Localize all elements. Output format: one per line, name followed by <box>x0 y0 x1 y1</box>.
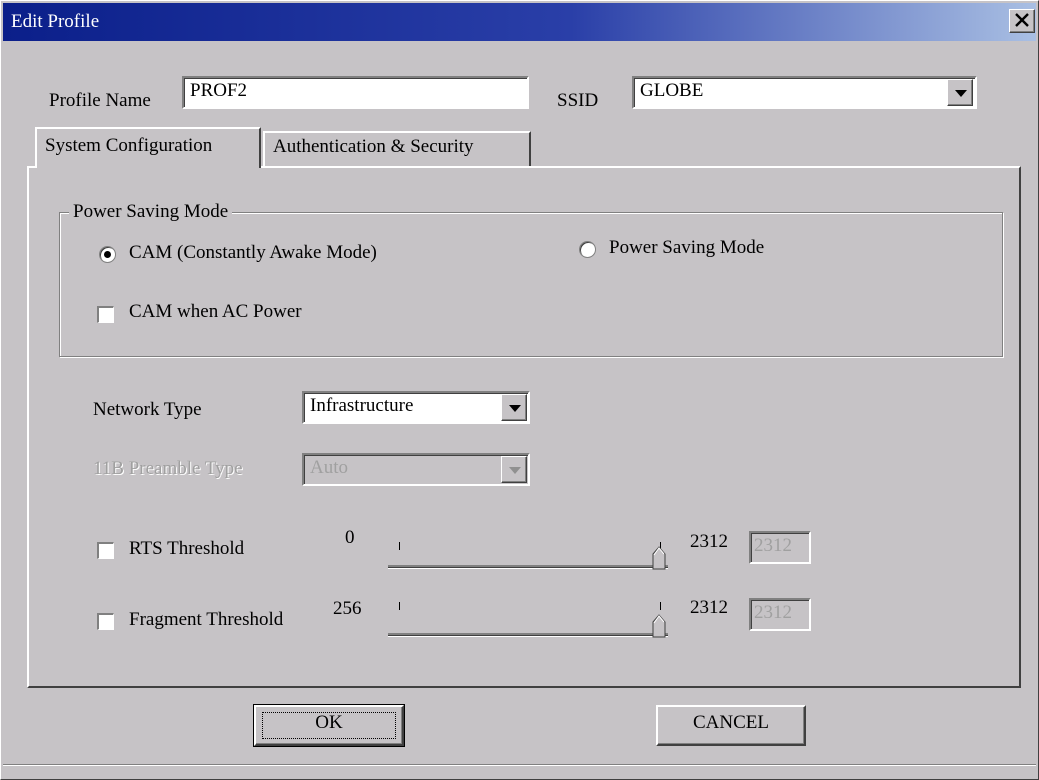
close-button[interactable] <box>1009 9 1035 33</box>
chevron-down-icon <box>955 90 967 97</box>
tab-system-configuration[interactable]: System Configuration <box>35 127 261 168</box>
ssid-select[interactable]: GLOBE <box>632 76 977 109</box>
focus-rectangle <box>262 712 396 739</box>
fragment-max-value: 2312 <box>690 597 728 618</box>
tab-label: Authentication & Security <box>273 136 474 157</box>
cancel-button[interactable]: CANCEL <box>656 705 806 746</box>
slider-tick <box>399 602 400 610</box>
fragment-threshold-label[interactable]: Fragment Threshold <box>129 609 283 631</box>
close-icon <box>1015 13 1029 27</box>
bottom-separator <box>3 764 1036 766</box>
power-saving-radio[interactable] <box>579 241 596 258</box>
title-bar[interactable]: Edit Profile <box>3 3 1036 41</box>
slider-tick <box>660 602 661 610</box>
tab-label: System Configuration <box>45 135 213 156</box>
cancel-button-label: CANCEL <box>693 712 769 733</box>
network-type-label: Network Type <box>93 399 202 420</box>
fragment-min-value: 256 <box>333 598 362 619</box>
power-saving-group-label: Power Saving Mode <box>69 201 233 223</box>
cam-label[interactable]: CAM (Constantly Awake Mode) <box>129 242 377 264</box>
radio-dot <box>104 251 111 258</box>
preamble-dropdown-button <box>501 456 527 483</box>
fragment-value-field: 2312 <box>749 598 811 631</box>
profile-name-input[interactable]: PROF2 <box>182 76 529 109</box>
rts-slider-track[interactable] <box>388 565 668 569</box>
fragment-threshold-checkbox[interactable] <box>97 613 114 630</box>
preamble-type-select: Auto <box>302 453 530 486</box>
power-saving-label[interactable]: Power Saving Mode <box>609 237 764 259</box>
slider-tick <box>399 542 400 550</box>
fragment-slider-track[interactable] <box>388 633 668 637</box>
chevron-down-icon <box>509 405 521 412</box>
tab-authentication-security[interactable]: Authentication & Security <box>263 131 531 166</box>
rts-min-value: 0 <box>345 527 355 548</box>
cam-ac-checkbox[interactable] <box>97 306 114 323</box>
rts-max-value: 2312 <box>690 531 728 552</box>
network-type-dropdown-button[interactable] <box>501 394 527 421</box>
network-type-select[interactable]: Infrastructure <box>302 391 530 424</box>
ssid-dropdown-button[interactable] <box>947 79 973 106</box>
rts-threshold-checkbox[interactable] <box>97 542 114 559</box>
fragment-slider-thumb[interactable] <box>652 614 666 638</box>
preamble-type-label: 11B Preamble Type <box>93 458 243 479</box>
chevron-down-icon <box>509 467 521 474</box>
cam-radio[interactable] <box>99 246 116 263</box>
rts-slider-thumb[interactable] <box>652 546 666 570</box>
ok-button[interactable]: OK <box>253 704 405 747</box>
profile-name-label: Profile Name <box>49 90 151 111</box>
window-title: Edit Profile <box>11 11 100 32</box>
cam-ac-label[interactable]: CAM when AC Power <box>129 301 302 323</box>
power-saving-group <box>59 212 1003 357</box>
ssid-label: SSID <box>557 90 599 111</box>
edit-profile-dialog: Edit Profile Profile Name PROF2 SSID GLO… <box>0 0 1039 780</box>
rts-value-field: 2312 <box>749 531 811 564</box>
rts-threshold-label[interactable]: RTS Threshold <box>129 538 244 560</box>
